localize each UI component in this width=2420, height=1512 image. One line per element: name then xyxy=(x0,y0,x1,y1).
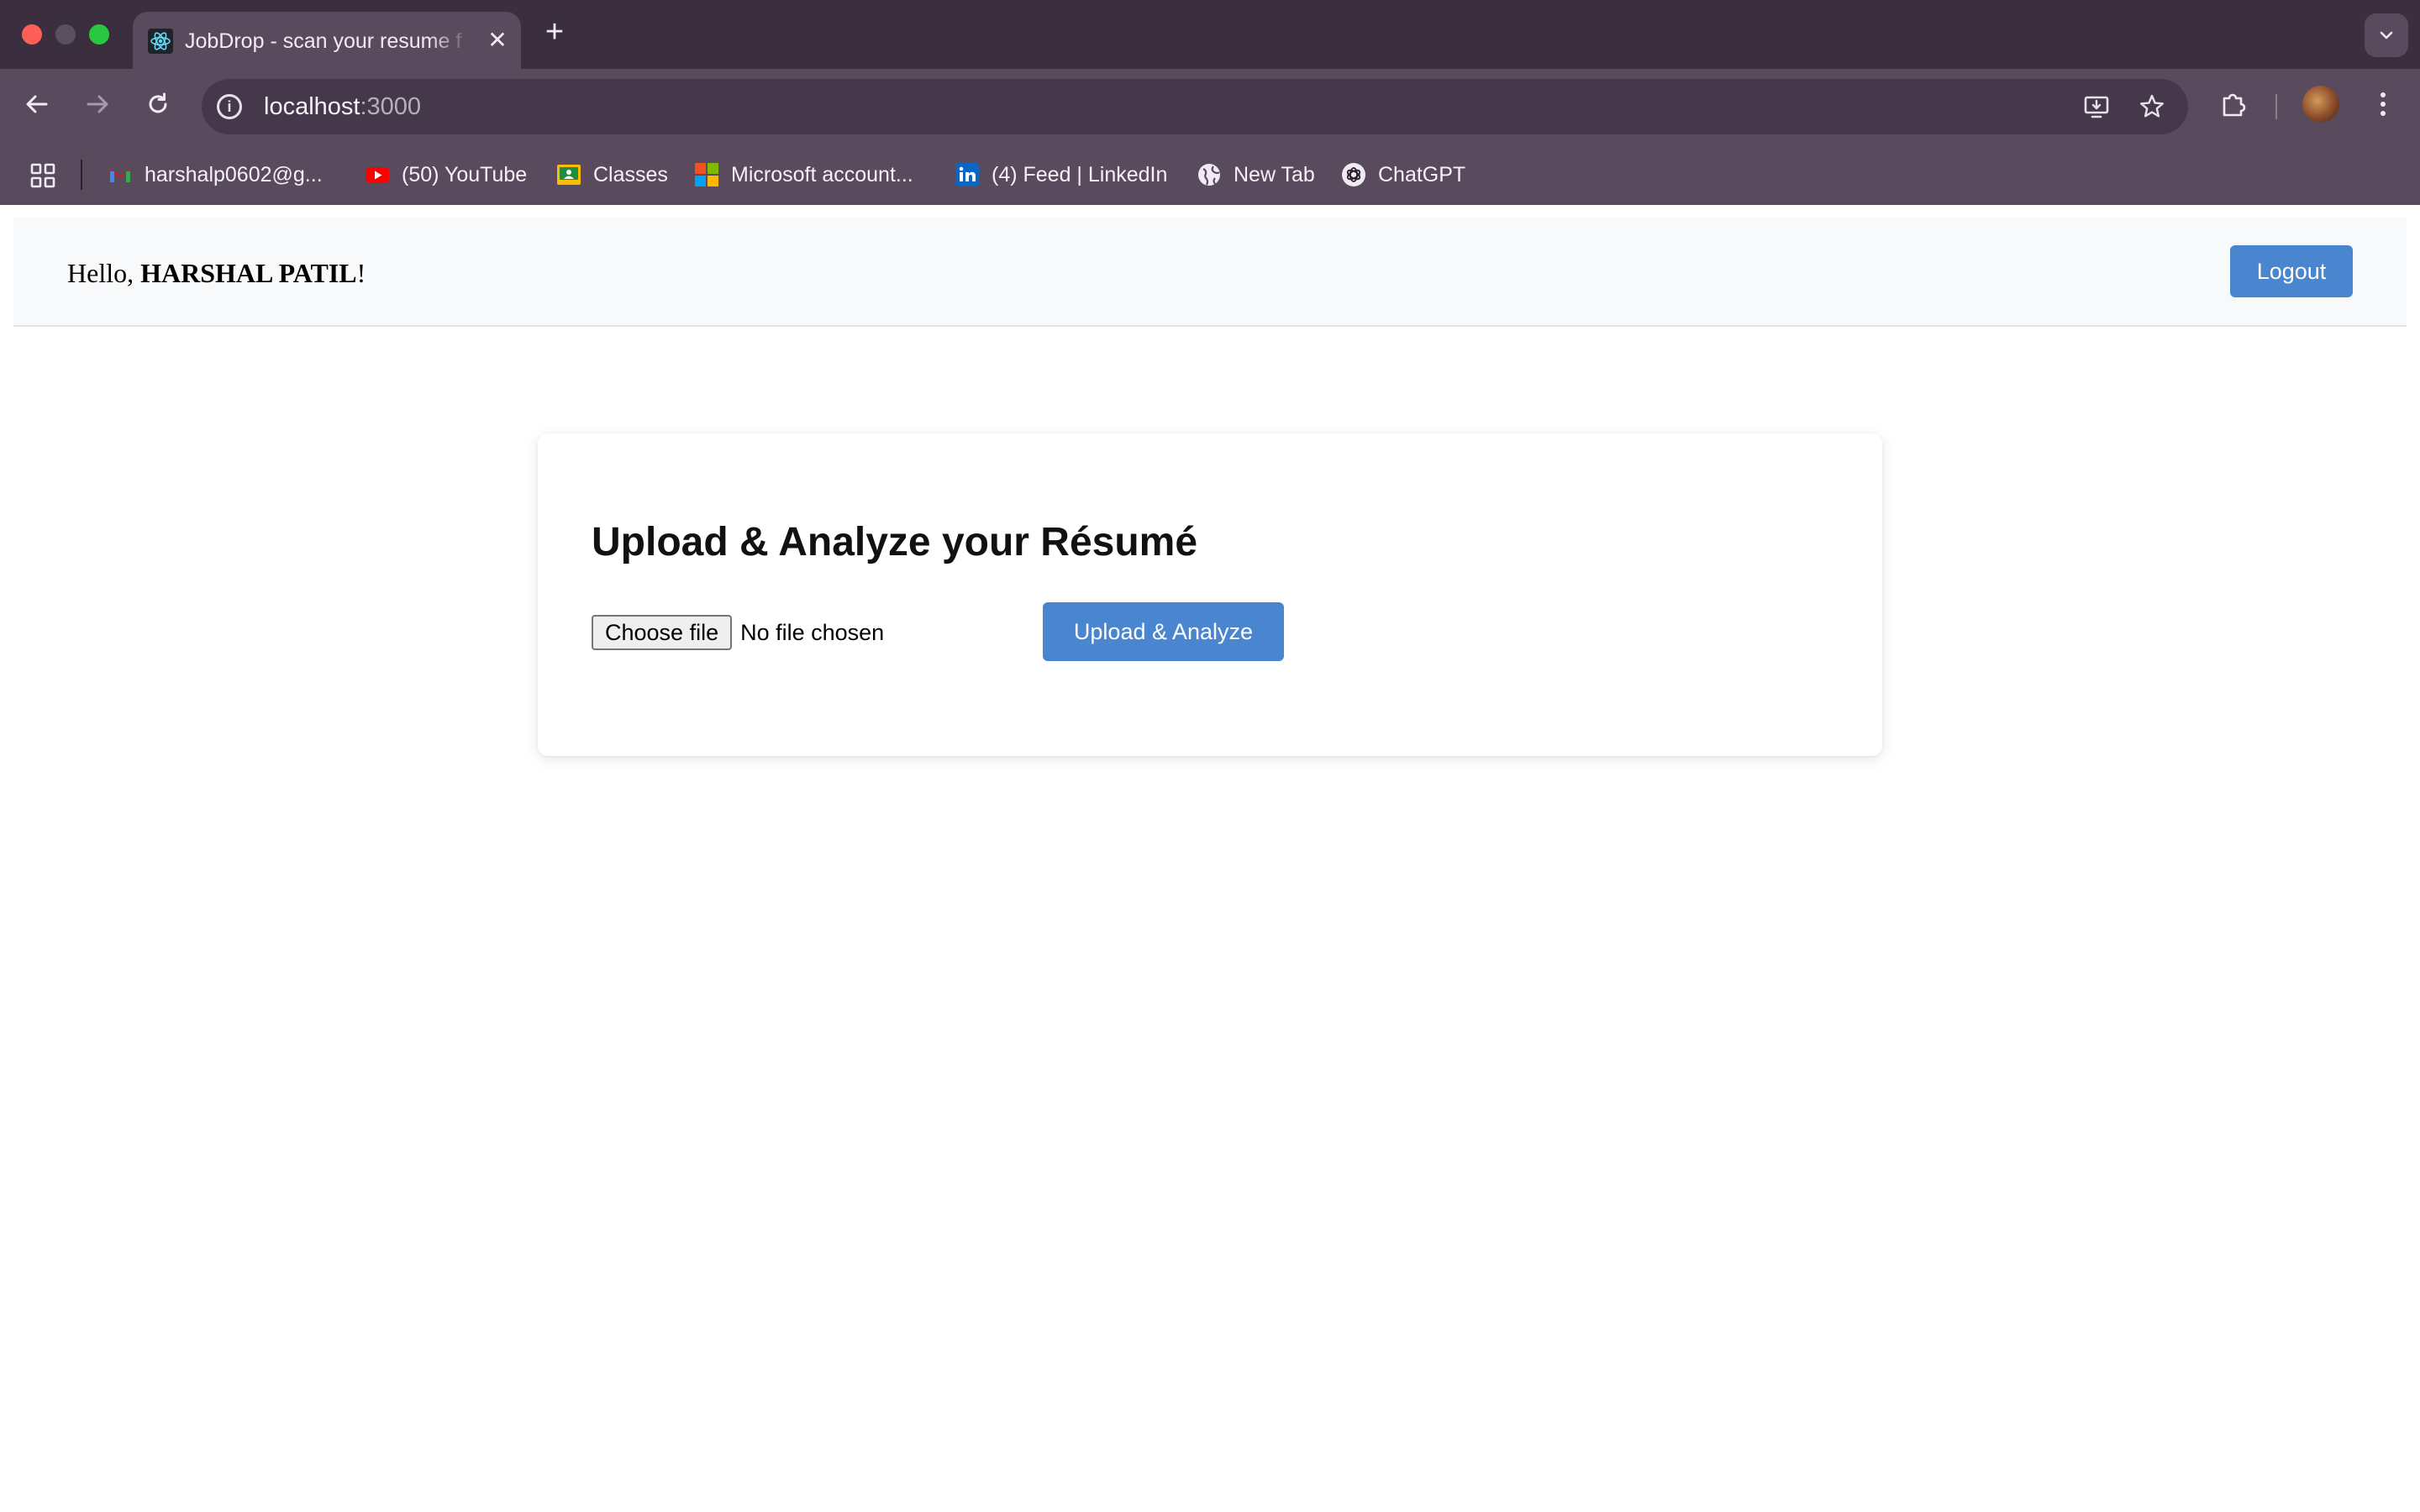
bookmark-label: (50) YouTube xyxy=(402,162,528,186)
bookmark-microsoft[interactable]: Microsoft account... xyxy=(694,160,913,190)
close-window-button[interactable] xyxy=(22,24,42,45)
extensions-icon[interactable] xyxy=(2217,87,2250,121)
bookmark-star-icon[interactable] xyxy=(2136,91,2168,123)
linkedin-icon xyxy=(955,163,979,186)
arrow-right-icon xyxy=(87,95,108,113)
bookmark-classes[interactable]: Classes xyxy=(556,160,668,190)
bookmarks-separator xyxy=(81,160,82,190)
page-title: Upload & Analyze your Résumé xyxy=(592,520,1198,564)
bookmark-label: Microsoft account... xyxy=(731,162,913,186)
bookmark-label: New Tab xyxy=(1234,162,1315,186)
upload-analyze-button[interactable]: Upload & Analyze xyxy=(1043,602,1284,661)
bookmark-linkedin[interactable]: (4) Feed | LinkedIn xyxy=(955,160,1167,190)
globe-icon xyxy=(1198,164,1220,186)
choose-file-button[interactable]: Choose file xyxy=(592,615,733,650)
back-button[interactable] xyxy=(20,87,54,121)
reload-button[interactable] xyxy=(141,87,175,121)
bookmark-label: ChatGPT xyxy=(1378,162,1466,186)
profile-avatar[interactable] xyxy=(2302,86,2339,123)
new-tab-button[interactable]: + xyxy=(539,16,570,48)
youtube-icon xyxy=(366,167,389,183)
tab-title: JobDrop - scan your resume f xyxy=(185,29,462,53)
greeting-prefix: Hello, xyxy=(67,258,141,288)
url-port: :3000 xyxy=(360,93,422,120)
file-status: No file chosen xyxy=(740,619,885,645)
site-info-icon[interactable]: i xyxy=(217,94,242,119)
maximize-window-button[interactable] xyxy=(89,24,109,45)
classroom-icon xyxy=(557,165,581,185)
apps-grid-icon[interactable] xyxy=(30,163,55,192)
toolbar-divider xyxy=(2275,94,2277,119)
tab-search-button[interactable] xyxy=(2365,13,2408,57)
bookmark-youtube[interactable]: (50) YouTube xyxy=(365,160,527,190)
user-name: HARSHAL PATIL xyxy=(140,258,357,288)
resume-file-input[interactable]: Choose file No file chosen xyxy=(592,614,884,651)
forward-button[interactable] xyxy=(81,87,114,121)
greeting-suffix: ! xyxy=(356,258,366,288)
bookmark-new-tab[interactable]: New Tab xyxy=(1197,160,1315,190)
tab-close-icon[interactable]: ✕ xyxy=(487,29,508,52)
url-host: localhost xyxy=(264,93,360,120)
url-text[interactable]: localhost:3000 xyxy=(264,91,421,123)
bookmark-gmail[interactable]: harshalp0602@g... xyxy=(108,160,323,190)
chevron-down-icon xyxy=(2380,31,2393,39)
address-bar[interactable]: i localhost:3000 xyxy=(202,79,2188,134)
microsoft-icon xyxy=(695,163,718,186)
browser-toolbar: i localhost:3000 xyxy=(0,69,2420,138)
react-icon xyxy=(148,29,173,54)
install-app-icon[interactable] xyxy=(2081,91,2112,123)
bookmark-label: Classes xyxy=(593,162,668,186)
bookmark-label: (4) Feed | LinkedIn xyxy=(992,162,1168,186)
reload-icon xyxy=(149,92,167,113)
bookmark-chatgpt[interactable]: ChatGPT xyxy=(1341,160,1465,190)
browser-tab-active[interactable]: JobDrop - scan your resume f ✕ xyxy=(133,12,521,69)
more-menu-icon[interactable] xyxy=(2366,87,2400,121)
browser-tab-strip: JobDrop - scan your resume f ✕ + xyxy=(0,0,2420,69)
upload-card: Upload & Analyze your Résumé Choose file… xyxy=(538,433,1882,756)
bookmark-label: harshalp0602@g... xyxy=(145,162,323,186)
logout-button[interactable]: Logout xyxy=(2230,245,2353,297)
app-header: Hello, HARSHAL PATIL! Logout xyxy=(13,218,2407,327)
chatgpt-icon xyxy=(1342,163,1365,186)
arrow-left-icon xyxy=(26,95,48,113)
gmail-icon xyxy=(109,169,131,182)
greeting: Hello, HARSHAL PATIL! xyxy=(67,255,366,291)
minimize-window-button[interactable] xyxy=(55,24,76,45)
